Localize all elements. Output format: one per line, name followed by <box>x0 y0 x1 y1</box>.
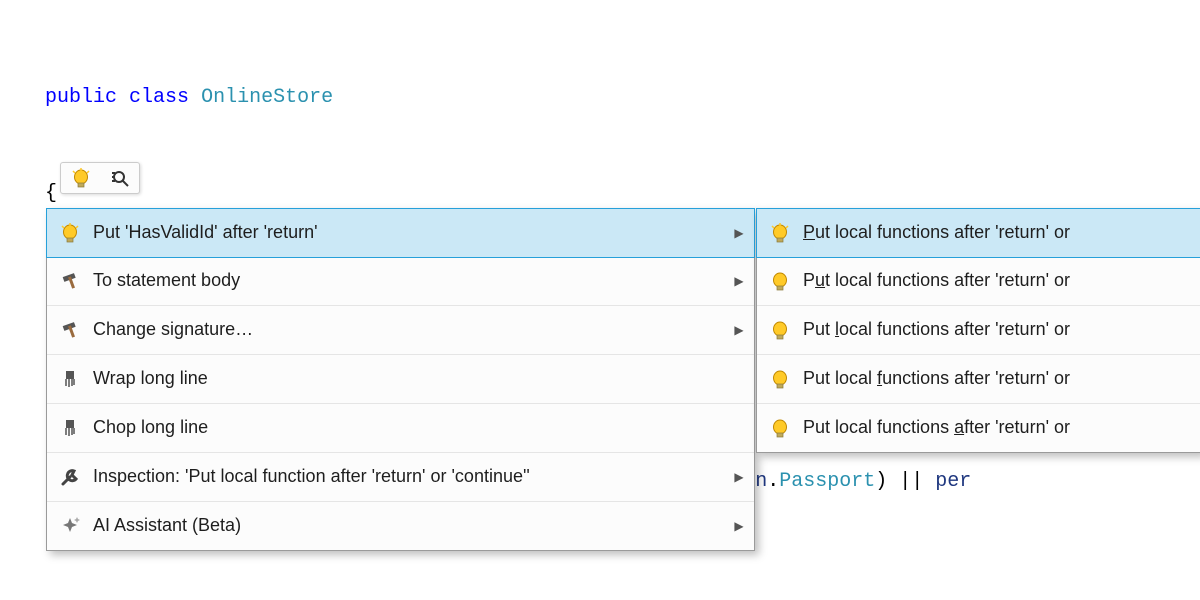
brush-icon <box>47 418 93 438</box>
lightbulb-icon <box>757 320 803 340</box>
t: . <box>767 470 779 493</box>
hammer-icon <box>47 271 93 291</box>
quick-actions-submenu: Put local functions after 'return' or Pu… <box>756 208 1200 453</box>
t: || <box>887 470 935 493</box>
menu-item[interactable]: To statement body▶ <box>47 257 754 306</box>
brush-icon <box>47 369 93 389</box>
wrench-icon <box>47 467 93 487</box>
submenu-item-label: Put local functions after 'return' or <box>803 222 1070 244</box>
menu-item-label: Put 'HasValidId' after 'return' <box>93 222 724 244</box>
submenu-item[interactable]: Put local functions after 'return' or <box>756 208 1200 258</box>
menu-item[interactable]: Wrap long line <box>47 355 754 404</box>
menu-item-label: Wrap long line <box>93 368 724 390</box>
menu-item[interactable]: AI Assistant (Beta)▶ <box>47 502 754 550</box>
lightbulb-icon <box>71 168 91 188</box>
menu-item-label: Chop long line <box>93 417 724 439</box>
lightbulb-icon <box>757 369 803 389</box>
lightbulb-icon <box>757 223 803 243</box>
submenu-arrow-icon: ▶ <box>724 323 754 337</box>
submenu-item-label: Put local functions after 'return' or <box>803 270 1070 292</box>
t: per <box>935 470 971 493</box>
menu-item-label: AI Assistant (Beta) <box>93 515 724 537</box>
submenu-item-label: Put local functions after 'return' or <box>803 417 1070 439</box>
submenu-item-label: Put local functions after 'return' or <box>803 368 1070 390</box>
t: ) <box>875 470 887 493</box>
submenu-item[interactable]: Put local functions after 'return' or <box>757 257 1200 306</box>
sparkle-icon <box>47 516 93 536</box>
submenu-item[interactable]: Put local functions after 'return' or <box>757 404 1200 452</box>
menu-item[interactable]: Change signature…▶ <box>47 306 754 355</box>
quick-actions-menu: Put 'HasValidId' after 'return'▶To state… <box>46 208 755 551</box>
menu-item-label: Inspection: 'Put local function after 'r… <box>93 466 724 488</box>
t: OnlineStore <box>201 86 333 109</box>
t: class <box>129 86 189 109</box>
bulb-icon <box>47 223 93 243</box>
submenu-arrow-icon: ▶ <box>724 470 754 484</box>
submenu-item[interactable]: Put local functions after 'return' or <box>757 355 1200 404</box>
submenu-arrow-icon: ▶ <box>724 226 754 240</box>
search-icon <box>110 168 130 188</box>
t: { <box>0 178 1200 210</box>
quick-actions-gutter[interactable] <box>60 162 140 194</box>
menu-item-label: Change signature… <box>93 319 724 341</box>
submenu-item[interactable]: Put local functions after 'return' or <box>757 306 1200 355</box>
submenu-arrow-icon: ▶ <box>724 519 754 533</box>
submenu-arrow-icon: ▶ <box>724 274 754 288</box>
t: public <box>45 86 117 109</box>
lightbulb-icon <box>757 418 803 438</box>
t: Passport <box>779 470 875 493</box>
menu-item[interactable]: Inspection: 'Put local function after 'r… <box>47 453 754 502</box>
menu-item[interactable]: Chop long line <box>47 404 754 453</box>
menu-item-label: To statement body <box>93 270 724 292</box>
lightbulb-icon <box>757 271 803 291</box>
menu-item[interactable]: Put 'HasValidId' after 'return'▶ <box>46 208 755 258</box>
submenu-item-label: Put local functions after 'return' or <box>803 319 1070 341</box>
hammer-icon <box>47 320 93 340</box>
